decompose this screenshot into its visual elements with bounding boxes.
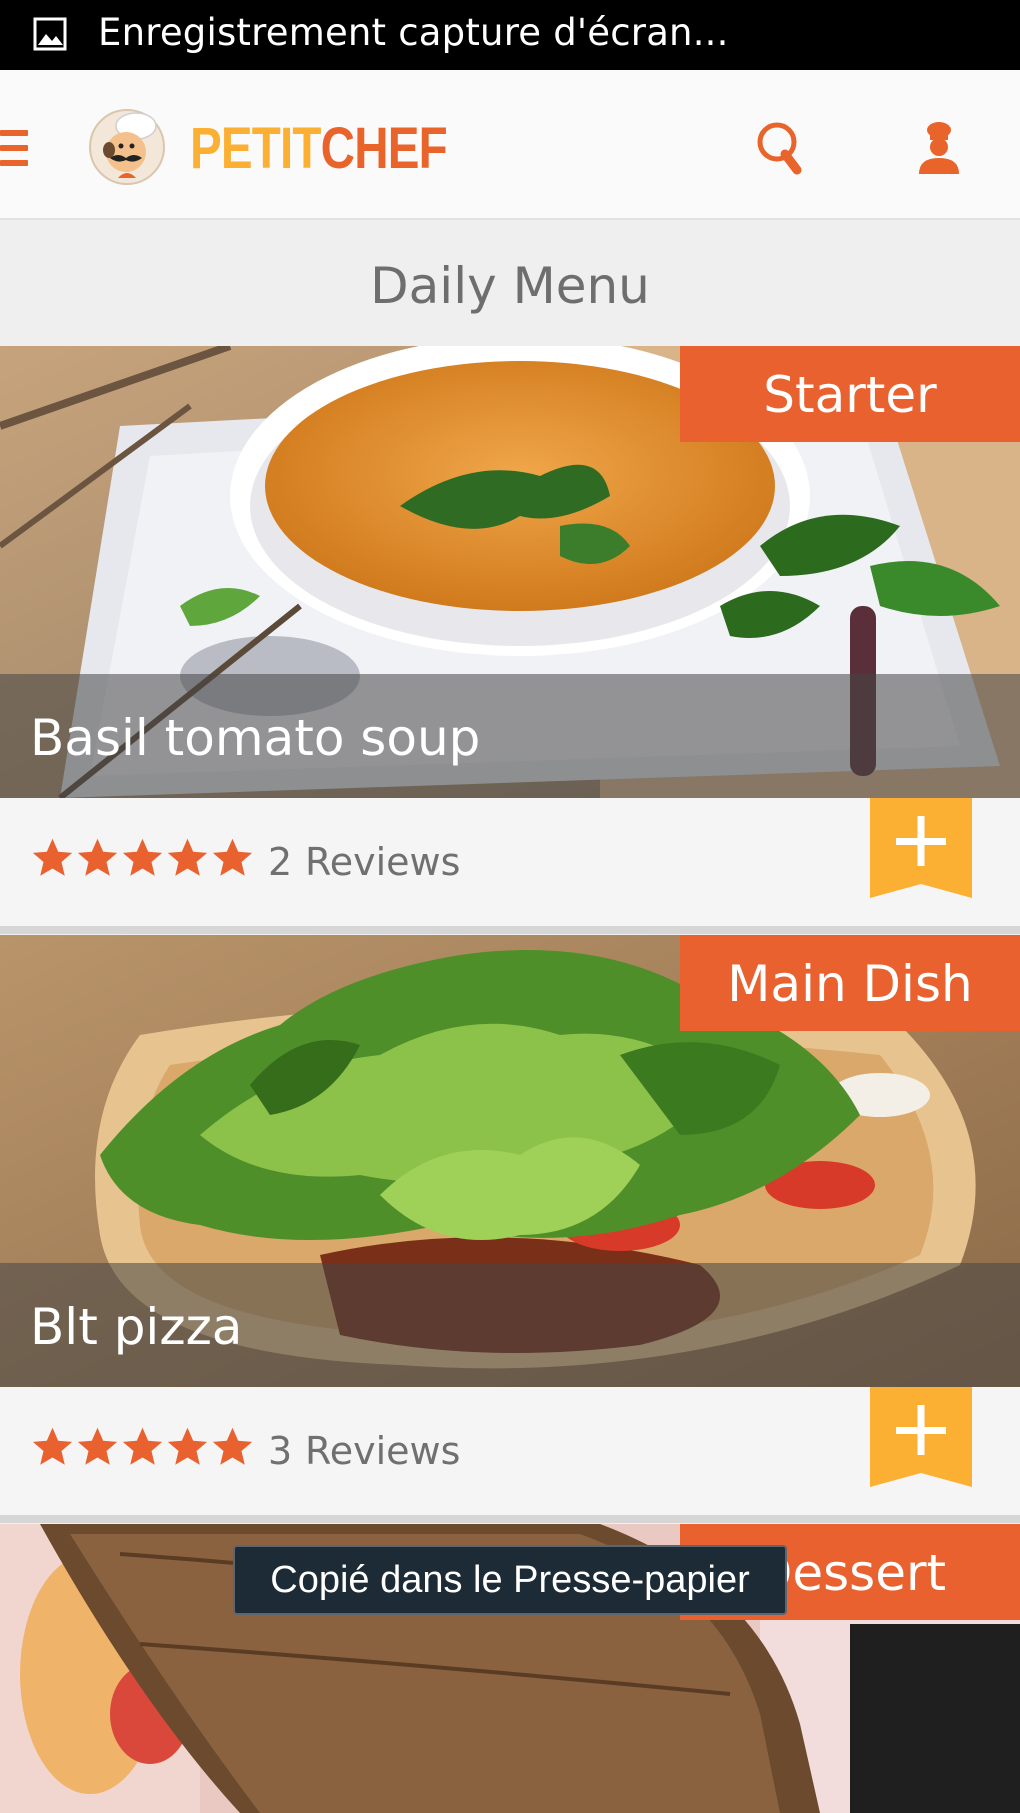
card-footer: 2 Reviews bbox=[0, 798, 1020, 934]
star-icon bbox=[167, 838, 208, 876]
chef-avatar-icon bbox=[89, 109, 165, 185]
app-bar: PETITCHEF bbox=[0, 70, 1020, 220]
section-title: Daily Menu bbox=[0, 220, 1020, 346]
star-rating bbox=[30, 836, 255, 882]
recipe-title[interactable]: Blt pizza bbox=[30, 1263, 242, 1387]
status-text: Enregistrement capture d'écran... bbox=[98, 11, 729, 54]
star-rating bbox=[30, 1425, 255, 1471]
image-icon bbox=[33, 17, 67, 51]
category-badge: Main Dish bbox=[680, 935, 1020, 1031]
reviews-label: Reviews bbox=[305, 1429, 461, 1473]
reviews-label: Reviews bbox=[305, 840, 461, 884]
clipboard-toast: Copié dans le Presse-papier bbox=[233, 1545, 787, 1615]
add-to-menu-button[interactable] bbox=[870, 1387, 972, 1487]
card-footer: 3 Reviews bbox=[0, 1387, 1020, 1523]
add-to-menu-button[interactable] bbox=[870, 798, 972, 898]
review-count: 2 bbox=[268, 840, 293, 884]
star-icon bbox=[122, 1427, 163, 1465]
star-icon bbox=[32, 1427, 73, 1465]
star-icon bbox=[77, 838, 118, 876]
star-icon bbox=[167, 1427, 208, 1465]
search-icon[interactable] bbox=[755, 120, 805, 176]
star-icon bbox=[122, 838, 163, 876]
title-overlay: Basil tomato soup bbox=[0, 674, 1020, 798]
star-icon bbox=[77, 1427, 118, 1465]
recipe-title[interactable]: Basil tomato soup bbox=[30, 674, 480, 798]
star-icon bbox=[212, 838, 253, 876]
category-badge: Starter bbox=[680, 346, 1020, 442]
recipe-card[interactable]: Main Dish Blt pizza 3 Reviews bbox=[0, 935, 1020, 1523]
status-bar: Enregistrement capture d'écran... bbox=[0, 0, 1020, 70]
star-icon bbox=[212, 1427, 253, 1465]
app-logo[interactable]: PETITCHEF bbox=[190, 114, 448, 184]
star-icon bbox=[32, 838, 73, 876]
chef-profile-icon[interactable] bbox=[914, 120, 964, 176]
title-overlay: Blt pizza bbox=[0, 1263, 1020, 1387]
review-count: 3 bbox=[268, 1429, 293, 1473]
menu-icon[interactable] bbox=[0, 128, 30, 168]
recipe-card[interactable]: Starter Basil tomato soup 2 Reviews bbox=[0, 346, 1020, 934]
